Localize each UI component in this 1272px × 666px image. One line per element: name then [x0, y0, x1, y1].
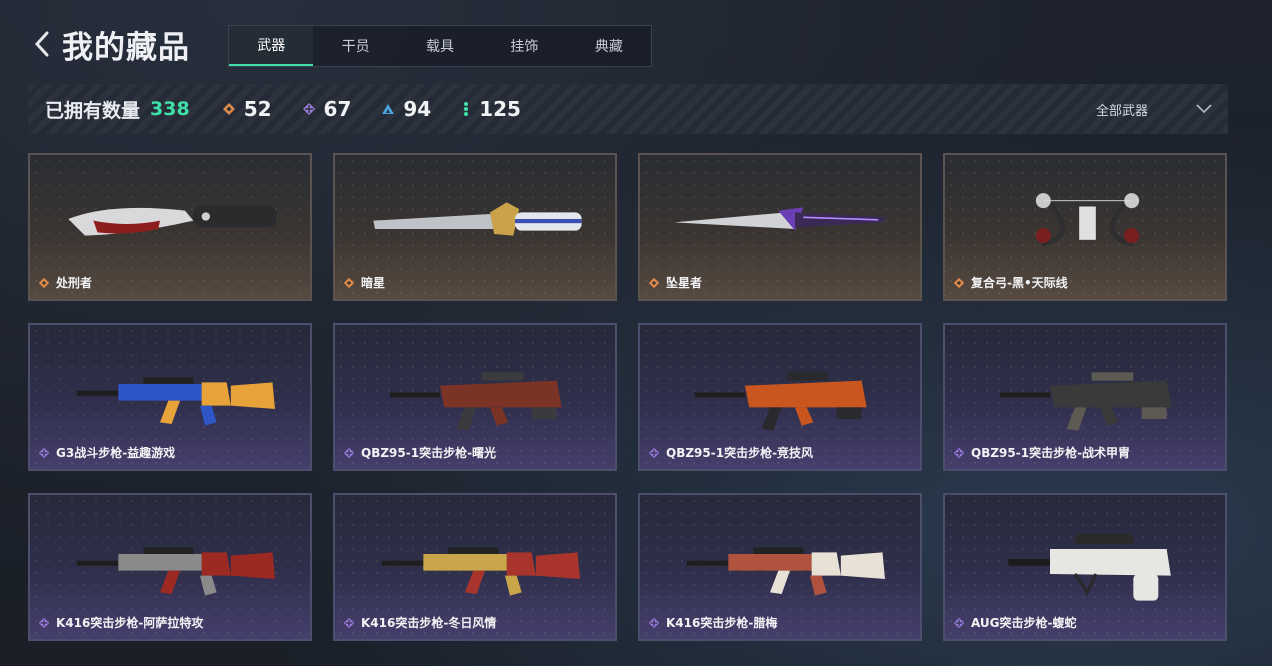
weapon-image [373, 202, 582, 236]
green-dots-icon [464, 102, 469, 116]
purple-diamond-icon [38, 447, 50, 458]
filter-label: 全部武器 [1095, 103, 1148, 119]
back-button[interactable] [30, 29, 54, 59]
tier-count: 94 [403, 97, 432, 121]
item-name: 暗星 [361, 276, 386, 290]
tier-count: 67 [323, 97, 352, 121]
item-card[interactable]: 处刑者 [28, 153, 312, 301]
item-name: QBZ95-1突击步枪-曙光 [361, 446, 497, 460]
purple-diamond-icon [343, 617, 355, 628]
orange-diamond-icon [953, 277, 965, 288]
stats-bar: 已拥有数量 338 52 67 94 125 全部武器 [28, 84, 1228, 134]
item-name: G3战斗步枪-益趣游戏 [56, 446, 176, 460]
item-card[interactable]: 复合弓-黑•天际线 [943, 153, 1227, 301]
item-name: 复合弓-黑•天际线 [971, 276, 1068, 290]
orange-diamond-icon [38, 277, 50, 288]
item-card[interactable]: QBZ95-1突击步枪-竞技风 [638, 323, 922, 471]
item-name: 处刑者 [56, 276, 93, 290]
weapon-image [1000, 372, 1172, 431]
page-header: 我的藏品 [30, 22, 190, 66]
weapon-image [76, 547, 275, 596]
item-name: K416突击步枪-阿萨拉特攻 [56, 616, 204, 630]
weapon-image [695, 372, 867, 431]
item-card[interactable]: 坠星者 [638, 153, 922, 301]
tab-vehicles[interactable]: 载具 [398, 26, 482, 66]
weapon-image [68, 205, 277, 236]
orange-diamond-icon [343, 277, 355, 288]
item-card[interactable]: 暗星 [333, 153, 617, 301]
purple-diamond-icon [343, 447, 355, 458]
tier-stat-blue: 94 [381, 97, 431, 121]
weapon-image [686, 547, 885, 596]
blue-triangle-icon [382, 104, 395, 114]
category-tabs: 武器 干员 载具 挂饰 典藏 [228, 25, 652, 67]
item-label: 处刑者 [38, 274, 92, 291]
weapon-image [76, 377, 275, 426]
item-label: AUG突击步枪-蝮蛇 [953, 614, 1077, 631]
item-label: QBZ95-1突击步枪-曙光 [343, 444, 496, 461]
page-title: 我的藏品 [62, 29, 190, 66]
item-name: QBZ95-1突击步枪-竞技风 [666, 446, 814, 460]
item-card[interactable]: K416突击步枪-阿萨拉特攻 [28, 493, 312, 641]
tier-count: 125 [479, 97, 521, 121]
item-label: QBZ95-1突击步枪-战术甲胄 [953, 444, 1130, 461]
tab-charms[interactable]: 挂饰 [482, 26, 566, 66]
purple-diamond-icon [38, 617, 50, 628]
purple-diamond-icon [648, 447, 660, 458]
weapon-image [674, 207, 887, 231]
item-label: K416突击步枪-阿萨拉特攻 [38, 614, 203, 631]
tier-stat-green: 125 [461, 97, 521, 121]
item-label: K416突击步枪-冬日风情 [343, 614, 496, 631]
item-card[interactable]: K416突击步枪-腊梅 [638, 493, 922, 641]
item-label: QBZ95-1突击步枪-竞技风 [648, 444, 813, 461]
item-name: AUG突击步枪-蝮蛇 [971, 616, 1077, 630]
purple-diamond-icon [648, 617, 660, 628]
weapon-filter-dropdown[interactable]: 全部武器 [1096, 84, 1212, 134]
weapon-image [1008, 534, 1171, 601]
owned-count: 338 [150, 98, 190, 120]
item-label: K416突击步枪-腊梅 [648, 614, 777, 631]
item-label: 坠星者 [648, 274, 702, 291]
item-card[interactable]: QBZ95-1突击步枪-曙光 [333, 323, 617, 471]
purple-diamond-icon [953, 617, 965, 628]
item-card[interactable]: QBZ95-1突击步枪-战术甲胄 [943, 323, 1227, 471]
item-card[interactable]: K416突击步枪-冬日风情 [333, 493, 617, 641]
item-label: 暗星 [343, 274, 385, 291]
tier-count: 52 [243, 97, 272, 121]
chevron-down-icon [1196, 104, 1212, 114]
tab-weapons[interactable]: 武器 [229, 26, 314, 66]
tab-collection[interactable]: 典藏 [567, 26, 651, 66]
item-label: G3战斗步枪-益趣游戏 [38, 444, 175, 461]
item-card[interactable]: G3战斗步枪-益趣游戏 [28, 323, 312, 471]
item-name: K416突击步枪-腊梅 [666, 616, 778, 630]
item-card[interactable]: AUG突击步枪-蝮蛇 [943, 493, 1227, 641]
orange-diamond-icon [648, 277, 660, 288]
purple-diamond-icon [302, 103, 315, 115]
purple-diamond-icon [953, 447, 965, 458]
tab-operators[interactable]: 干员 [313, 26, 397, 66]
item-label: 复合弓-黑•天际线 [953, 274, 1068, 291]
weapon-image [381, 547, 580, 596]
item-name: K416突击步枪-冬日风情 [361, 616, 497, 630]
weapon-image [1035, 192, 1140, 247]
owned-label: 已拥有数量 [45, 99, 141, 122]
item-name: QBZ95-1突击步枪-战术甲胄 [971, 446, 1131, 460]
weapon-image [390, 372, 562, 431]
tier-stat-orange: 52 [222, 97, 272, 121]
chevron-left-icon [34, 31, 49, 57]
orange-diamond-icon [222, 103, 235, 115]
item-name: 坠星者 [666, 276, 703, 290]
tier-stat-purple: 67 [302, 97, 352, 121]
